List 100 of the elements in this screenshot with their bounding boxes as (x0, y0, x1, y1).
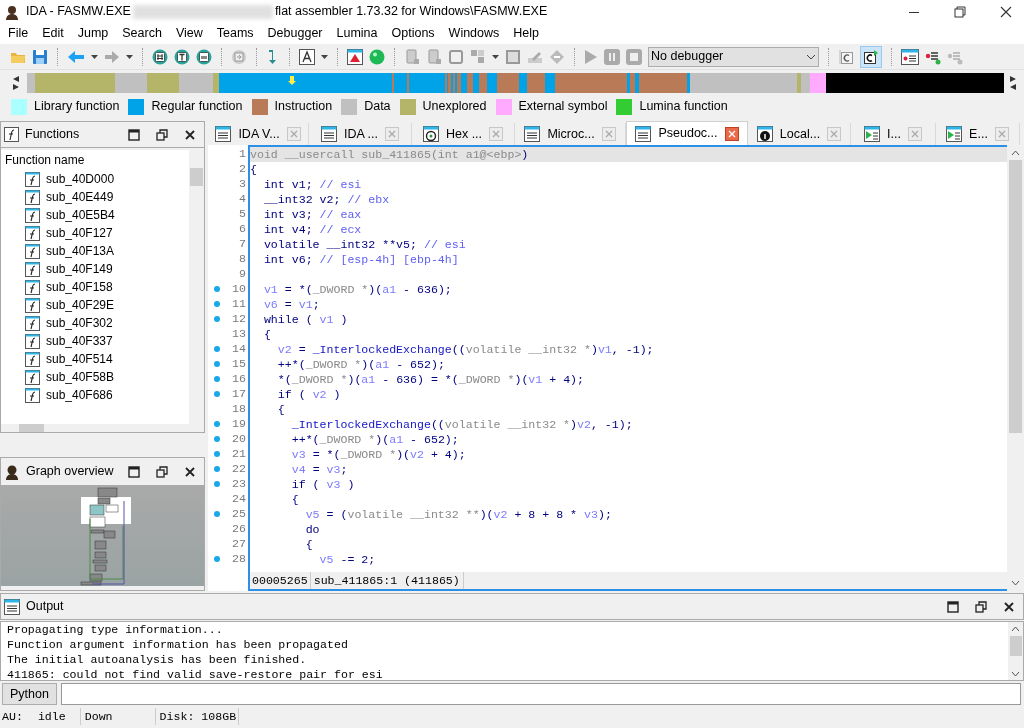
graph-minimap-drawing[interactable] (1, 486, 204, 586)
function-item[interactable]: sub_40F514 (46, 350, 113, 368)
restore-icon[interactable] (975, 600, 987, 613)
breakpoint-list-icon[interactable] (901, 48, 919, 65)
menu-item[interactable]: Debugger (260, 24, 330, 43)
function-item[interactable]: sub_40E5B4 (46, 206, 115, 224)
function-item[interactable]: sub_40F686 (46, 386, 113, 404)
c-document-icon[interactable] (838, 48, 854, 65)
command-input[interactable] (60, 683, 1021, 705)
menu-item[interactable]: Windows (441, 24, 507, 43)
menu-item[interactable]: Edit (35, 24, 71, 43)
stop-icon[interactable] (626, 48, 642, 65)
line-number: 20 (232, 430, 247, 447)
menu-item[interactable]: Search (115, 24, 169, 43)
breakpoint-marker[interactable] (214, 450, 220, 457)
dropdown-caret-icon[interactable] (126, 54, 133, 59)
line-number: 28 (232, 550, 247, 567)
output-line: 411865: could not find valid save-restore pair for esi (7, 667, 384, 680)
menu-item[interactable]: Lumina (329, 24, 385, 43)
chevron-down-icon[interactable] (1011, 580, 1020, 586)
pause-icon[interactable] (604, 48, 620, 65)
function-item[interactable]: sub_40F58B (46, 368, 115, 386)
function-item[interactable]: sub_40F13A (46, 242, 115, 260)
scrollbar[interactable] (1008, 622, 1023, 680)
breakpoint-marker[interactable] (214, 300, 220, 307)
restore-icon[interactable] (954, 5, 966, 18)
function-item[interactable]: sub_40D000 (46, 170, 115, 188)
maximize-icon[interactable] (128, 465, 140, 478)
menu-item[interactable]: Help (506, 24, 547, 43)
maximize-icon[interactable] (128, 128, 140, 141)
breakpoint-marker[interactable] (214, 465, 220, 472)
menu-item[interactable]: Jump (70, 24, 116, 43)
menu-item[interactable]: Teams (209, 24, 261, 43)
function-item[interactable]: sub_40E449 (46, 188, 114, 206)
document-icon[interactable] (426, 48, 442, 65)
diamond-icon[interactable] (549, 48, 565, 65)
ball-icon[interactable] (369, 48, 385, 65)
menu-item[interactable]: View (168, 24, 210, 43)
breakpoint-marker[interactable] (214, 480, 220, 487)
function-item[interactable]: sub_40F302 (46, 314, 113, 332)
breakpoint-marker[interactable] (214, 315, 220, 322)
image-icon[interactable] (196, 48, 212, 65)
scroll-arrows-icon[interactable] (12, 75, 20, 90)
chevron-up-icon[interactable] (1011, 150, 1020, 156)
breakpoint-marker[interactable] (214, 435, 220, 442)
pseudocode-toggle-button[interactable] (860, 45, 882, 68)
dropdown-caret-icon[interactable] (492, 54, 499, 59)
breakpoint-marker[interactable] (214, 285, 220, 292)
warning-window-icon[interactable] (347, 48, 363, 65)
legend-label: External symbol (518, 98, 608, 116)
function-item[interactable]: sub_40F127 (46, 224, 113, 242)
restore-icon[interactable] (156, 465, 168, 478)
code-line: v1 = *(_DWORD *)(a1 - 636); (262, 281, 452, 298)
breakpoint-marker[interactable] (214, 360, 220, 367)
code-line: v5 = (volatile __int32 **)(v2 + 8 + 8 * v3); (304, 506, 612, 523)
breakpoint-marker[interactable] (214, 420, 220, 427)
text-icon[interactable] (174, 48, 190, 65)
close-icon[interactable] (1000, 5, 1012, 18)
breakpoint-marker[interactable] (214, 345, 220, 352)
scrollbar[interactable] (189, 150, 204, 424)
listing-tab-icon (320, 126, 337, 142)
grid-icon[interactable] (470, 48, 486, 65)
breakpoint-marker[interactable] (214, 510, 220, 517)
line-number: 5 (239, 205, 247, 222)
frame-icon[interactable] (448, 48, 464, 65)
letter-box-icon[interactable] (299, 48, 315, 65)
back-arrow-icon[interactable] (67, 49, 85, 64)
function-item[interactable]: sub_40F29E (46, 296, 115, 314)
forward-arrow-icon[interactable] (104, 49, 120, 64)
save-icon[interactable] (32, 48, 48, 65)
language-button[interactable]: Python (2, 683, 57, 705)
chevron-up-icon[interactable] (1011, 626, 1020, 632)
debugger-select[interactable]: No debugger (648, 46, 819, 67)
code-line: ++*(_DWORD *)(a1 - 652); (290, 431, 459, 448)
tab[interactable]: Pseudoc... (626, 121, 748, 145)
play-icon[interactable] (584, 48, 598, 65)
menu-item[interactable]: Options (384, 24, 442, 43)
restore-icon[interactable] (156, 128, 168, 141)
document-icon[interactable] (404, 48, 420, 65)
dropdown-caret-icon[interactable] (91, 54, 98, 59)
function-item[interactable]: sub_40F158 (46, 278, 113, 296)
dropdown-caret-icon[interactable] (321, 54, 328, 59)
close-icon[interactable] (1003, 600, 1015, 613)
function-item[interactable]: sub_40F149 (46, 260, 113, 278)
hash-icon[interactable] (152, 48, 168, 65)
function-item[interactable]: sub_40F337 (46, 332, 113, 350)
chevron-down-icon[interactable] (1011, 671, 1020, 677)
breakpoint-marker[interactable] (214, 555, 220, 562)
function-icon (25, 369, 40, 385)
breakpoint-marker[interactable] (214, 375, 220, 382)
scroll-arrows-icon[interactable] (1009, 75, 1017, 90)
menu-item[interactable]: File (1, 24, 36, 43)
scrollbar[interactable] (1007, 145, 1024, 591)
function-icon (25, 171, 40, 187)
frame-icon[interactable] (505, 48, 521, 65)
close-icon[interactable] (184, 128, 196, 141)
breakpoint-marker[interactable] (214, 390, 220, 397)
close-icon[interactable] (184, 465, 196, 478)
maximize-icon[interactable] (947, 600, 959, 613)
navigation-band-drawing[interactable] (27, 72, 1004, 93)
